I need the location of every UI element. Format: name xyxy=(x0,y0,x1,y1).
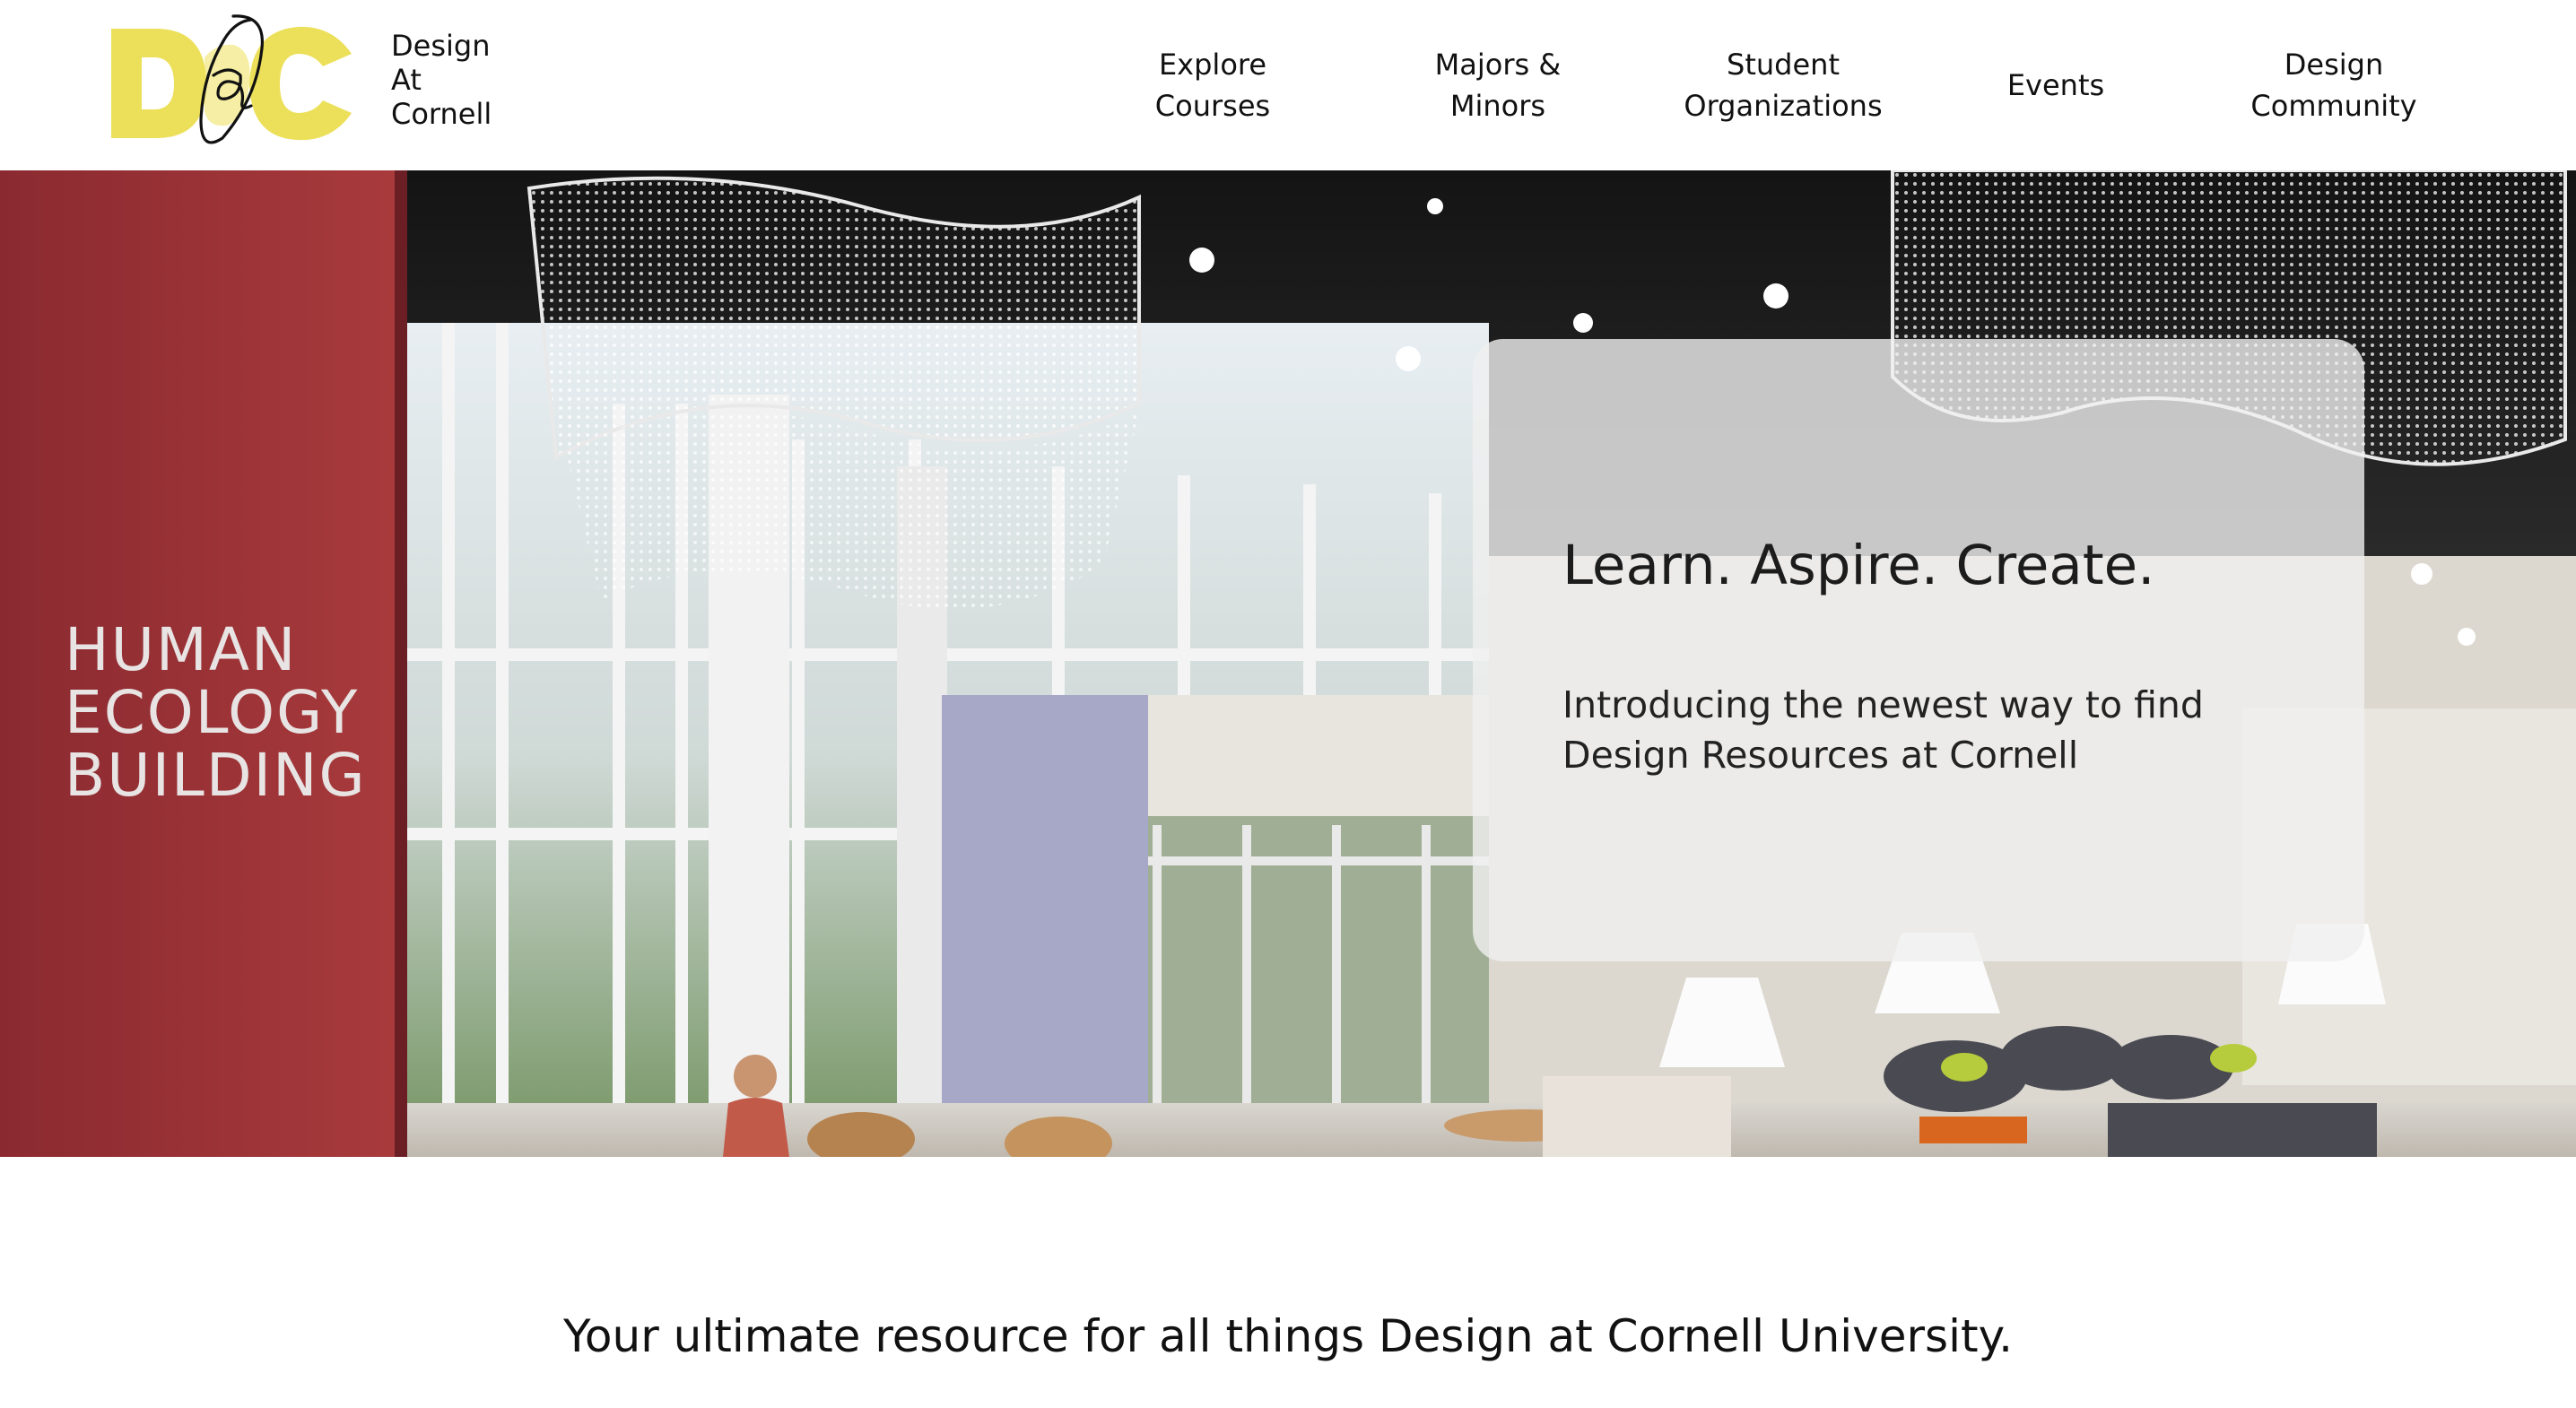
hero-subtitle: Introducing the newest way to find Desig… xyxy=(1562,683,2204,777)
tagline: Your ultimate resource for all things De… xyxy=(563,1310,2013,1362)
nav-student-organizations[interactable]: Student Organizations xyxy=(1649,0,1918,170)
nav-student-organizations-label: Student Organizations xyxy=(1684,48,1883,123)
doc-logo[interactable] xyxy=(108,13,355,147)
sign-line-building: BUILDING xyxy=(65,741,367,810)
nav-design-community-label: Design Community xyxy=(2250,48,2417,123)
nav-events-label: Events xyxy=(2006,68,2105,102)
main-nav: Explore Courses Majors & Minors Student … xyxy=(1087,0,2576,170)
hero-banner: HUMAN ECOLOGY BUILDING Learn. Aspire. Cr… xyxy=(0,170,2576,1157)
nav-majors-minors[interactable]: Majors & Minors xyxy=(1372,0,1623,170)
sign-line-ecology: ECOLOGY xyxy=(65,678,360,747)
logo-word-cornell: Cornell xyxy=(391,97,492,131)
logo-wordmark[interactable]: Design At Cornell xyxy=(391,29,492,131)
nav-explore-courses-label: Explore Courses xyxy=(1154,48,1271,123)
nav-explore-courses[interactable]: Explore Courses xyxy=(1087,0,1338,170)
nav-majors-minors-label: Majors & Minors xyxy=(1434,48,1562,123)
hero-card: Learn. Aspire. Create. Introducing the n… xyxy=(1473,339,2364,961)
logo-word-design: Design xyxy=(391,29,491,63)
logo-mark xyxy=(111,14,352,144)
nav-events[interactable]: Events xyxy=(1948,0,2163,170)
site-header: Design At Cornell Explore Courses Majors… xyxy=(0,0,2576,170)
human-ecology-building-sign: HUMAN ECOLOGY BUILDING xyxy=(65,619,367,807)
nav-design-community[interactable]: Design Community xyxy=(2199,0,2468,170)
sign-line-human: HUMAN xyxy=(65,615,298,684)
logo-word-at: At xyxy=(391,63,422,97)
hero-title: Learn. Aspire. Create. xyxy=(1562,534,2155,597)
